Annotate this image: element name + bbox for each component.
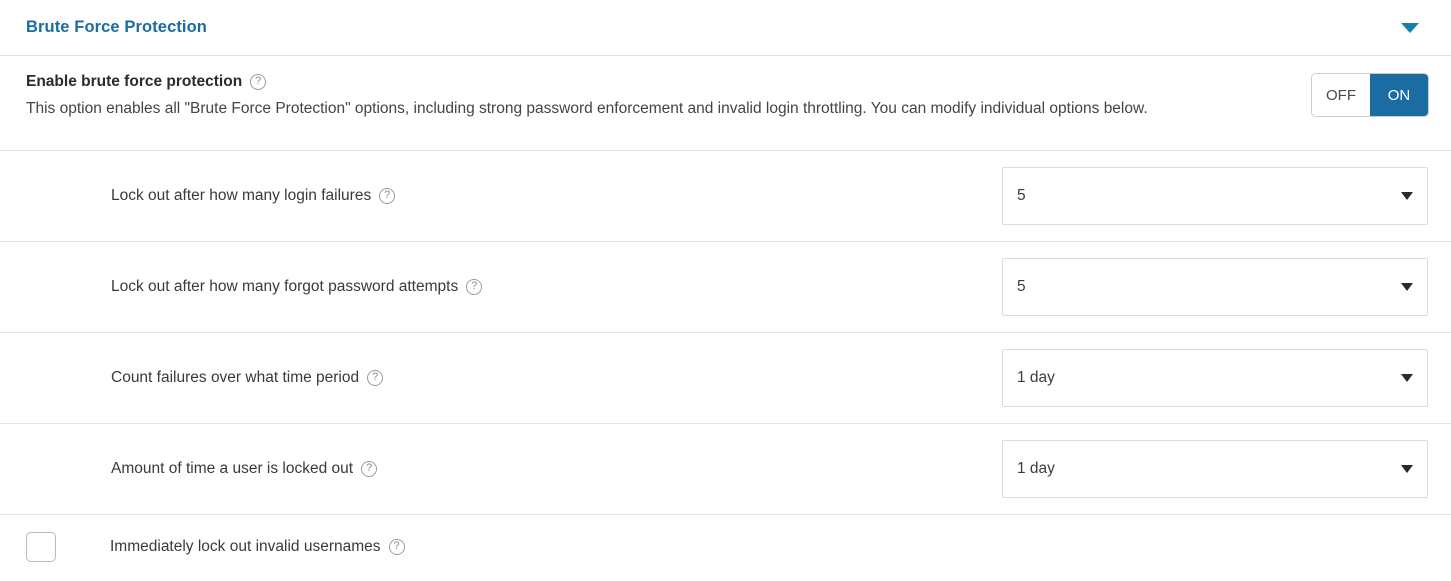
- lockout-duration-select[interactable]: 1 day: [1002, 440, 1428, 498]
- setting-label: Lock out after how many forgot password …: [111, 277, 459, 295]
- help-circle-icon[interactable]: ?: [379, 188, 396, 204]
- forgot-password-attempts-select[interactable]: 5: [1002, 258, 1428, 316]
- setting-row: Lock out after how many login failures ?…: [0, 151, 1451, 242]
- enable-brute-force-row: Enable brute force protection ? This opt…: [0, 56, 1451, 151]
- toggle-option-off[interactable]: OFF: [1312, 74, 1370, 116]
- setting-label-wrap: Count failures over what time period ?: [111, 369, 1002, 388]
- help-glyph: ?: [471, 280, 478, 292]
- select-value: 1 day: [1017, 369, 1055, 386]
- help-circle-icon[interactable]: ?: [361, 461, 378, 477]
- enable-toggle-group[interactable]: OFF ON: [1311, 73, 1429, 117]
- help-circle-icon[interactable]: ?: [388, 539, 405, 555]
- caret-down-icon: [1400, 280, 1414, 294]
- help-circle-icon[interactable]: ?: [466, 279, 483, 295]
- help-glyph: ?: [255, 75, 262, 88]
- page-title: Brute Force Protection: [26, 18, 207, 37]
- checkbox-label: Immediately lock out invalid usernames: [110, 537, 381, 555]
- enable-label-wrap: Enable brute force protection ?: [26, 73, 1148, 92]
- toggle-option-on[interactable]: ON: [1370, 74, 1428, 116]
- caret-down-icon: [1400, 371, 1414, 385]
- setting-label-wrap: Lock out after how many forgot password …: [111, 278, 1002, 297]
- login-failures-select[interactable]: 5: [1002, 167, 1428, 225]
- help-circle-icon[interactable]: ?: [367, 370, 384, 386]
- setting-row: Count failures over what time period ? 1…: [0, 333, 1451, 424]
- setting-label: Amount of time a user is locked out: [111, 459, 354, 477]
- caret-down-icon: [1400, 189, 1414, 203]
- enable-label: Enable brute force protection: [26, 73, 243, 90]
- setting-row: Lock out after how many forgot password …: [0, 242, 1451, 333]
- help-glyph: ?: [372, 371, 379, 383]
- setting-label-wrap: Lock out after how many login failures ?: [111, 187, 1002, 206]
- checkbox-setting-row: Immediately lock out invalid usernames ?: [0, 515, 1451, 579]
- checkbox-label-wrap: Immediately lock out invalid usernames ?: [110, 538, 1428, 557]
- select-value: 1 day: [1017, 460, 1055, 477]
- setting-label: Lock out after how many login failures: [111, 186, 372, 204]
- setting-label: Count failures over what time period: [111, 368, 360, 386]
- panel-header[interactable]: Brute Force Protection: [0, 0, 1451, 56]
- setting-label-wrap: Amount of time a user is locked out ?: [111, 460, 1002, 479]
- caret-down-icon: [1400, 462, 1414, 476]
- immediately-lock-invalid-usernames-checkbox[interactable]: [26, 532, 56, 562]
- select-value: 5: [1017, 278, 1026, 295]
- select-value: 5: [1017, 187, 1026, 204]
- enable-text-block: Enable brute force protection ? This opt…: [26, 72, 1148, 118]
- enable-description: This option enables all "Brute Force Pro…: [26, 99, 1148, 117]
- help-glyph: ?: [393, 540, 400, 552]
- setting-row: Amount of time a user is locked out ? 1 …: [0, 424, 1451, 515]
- count-failures-period-select[interactable]: 1 day: [1002, 349, 1428, 407]
- caret-down-icon[interactable]: [1397, 15, 1423, 41]
- help-glyph: ?: [384, 189, 391, 201]
- help-circle-icon[interactable]: ?: [250, 74, 267, 91]
- brute-force-protection-panel: Brute Force Protection Enable brute forc…: [0, 0, 1451, 581]
- help-glyph: ?: [366, 462, 373, 474]
